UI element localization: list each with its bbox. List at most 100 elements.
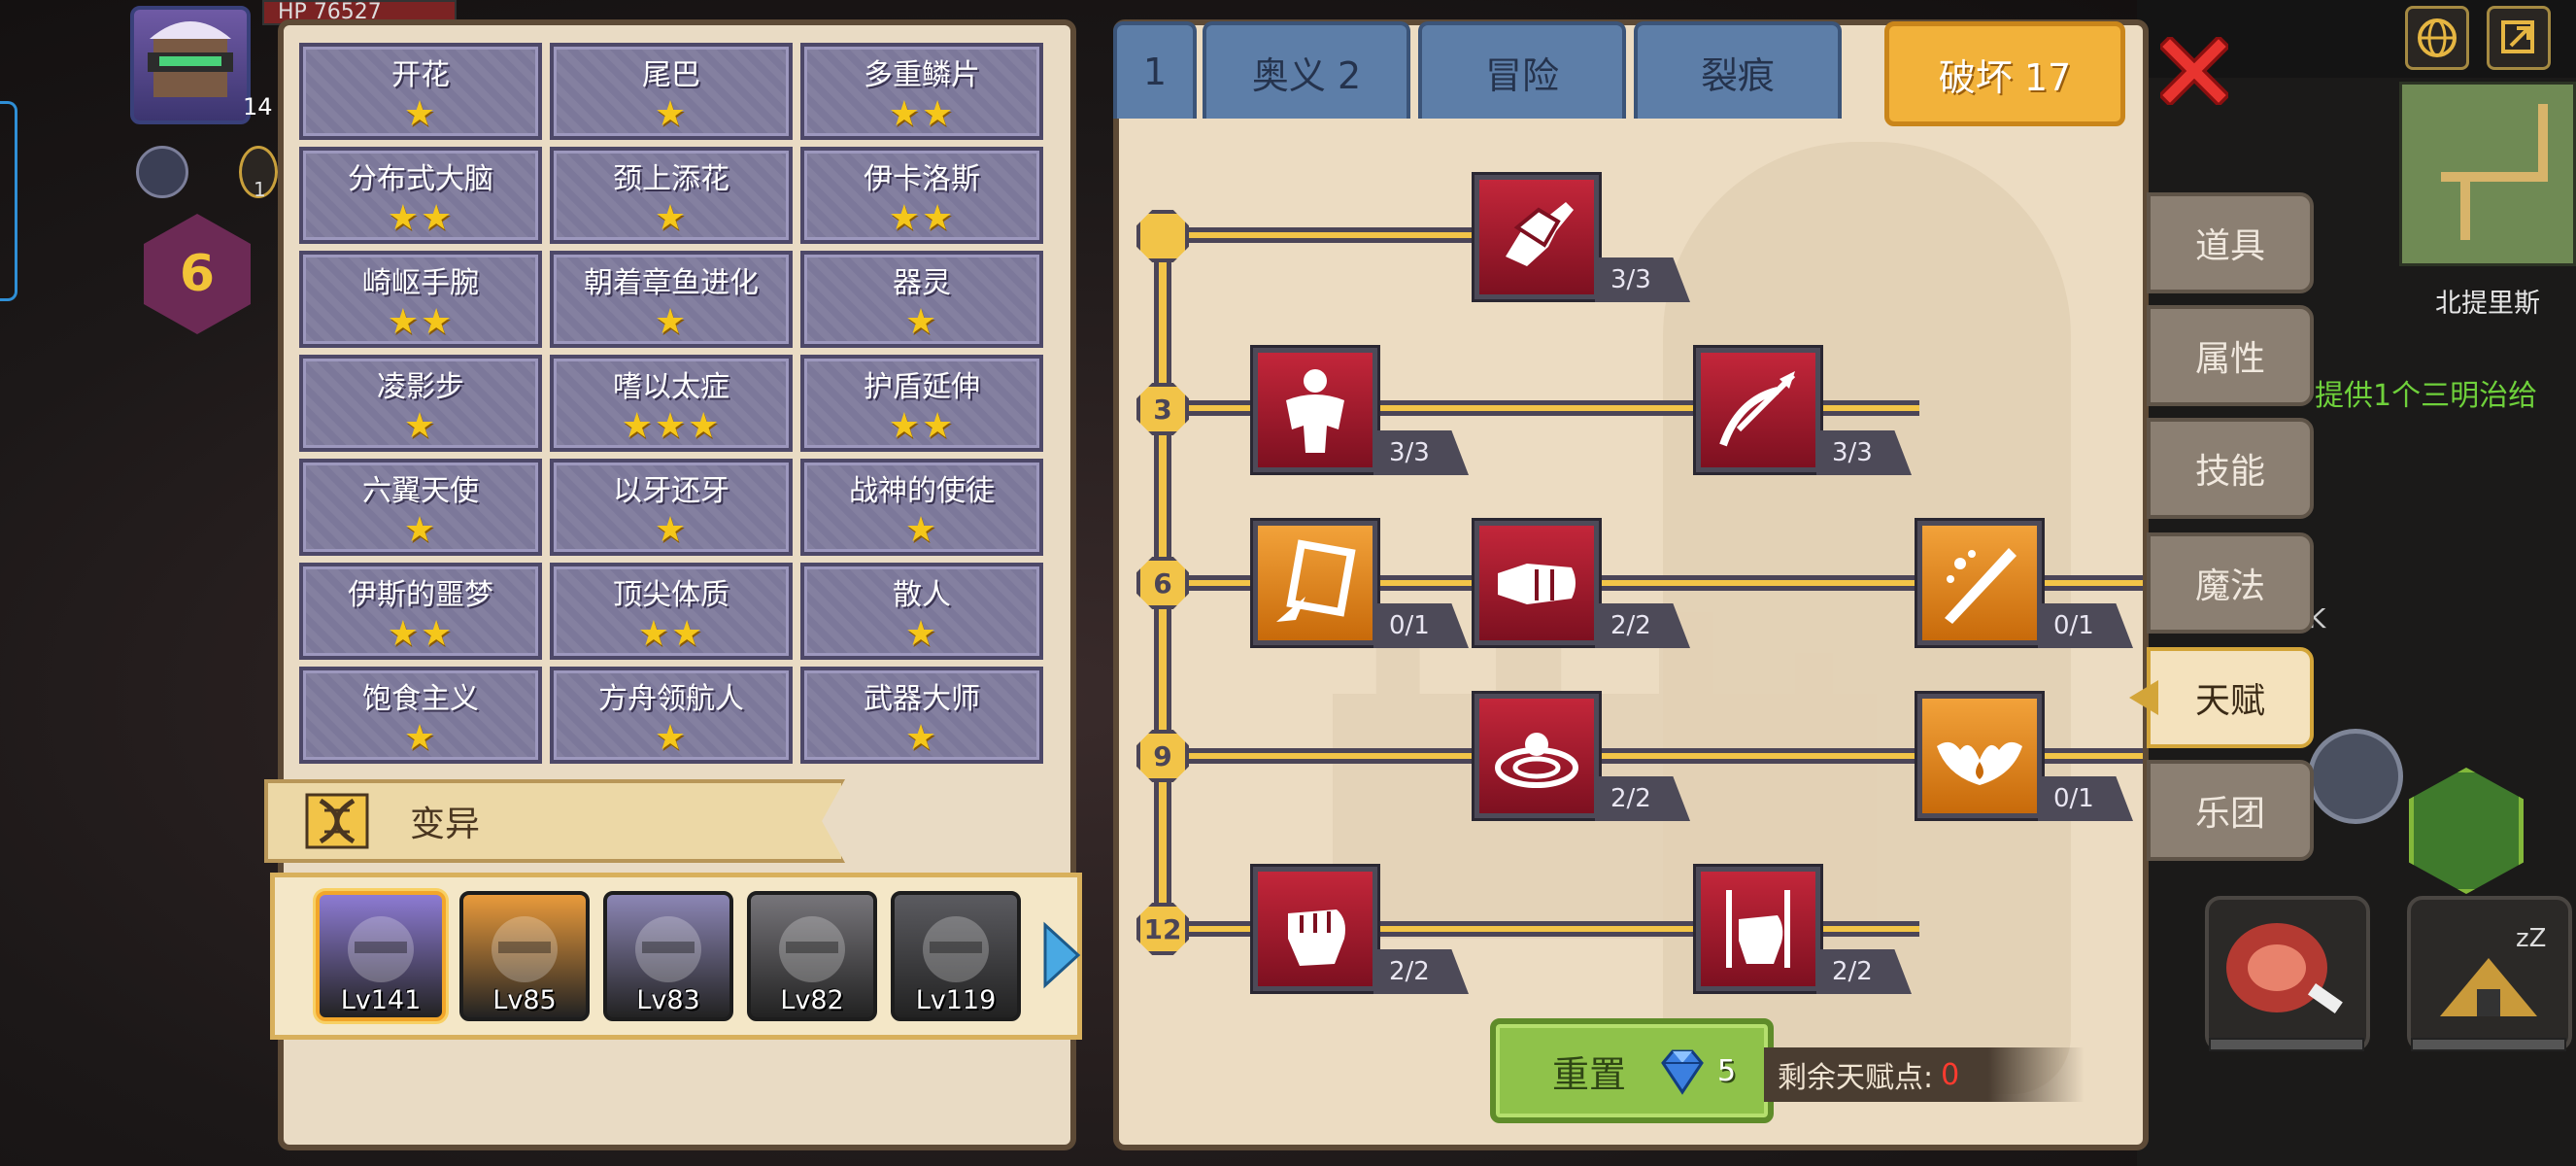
meat-icon [2226,923,2343,1013]
dna-icon [303,791,371,851]
map-location-label: 北提里斯 [2435,289,2540,319]
hero-level: Lv82 [780,985,844,1015]
mutation-card[interactable]: 六翼天使 ★ [299,459,542,556]
talent-punch[interactable] [1474,521,1599,645]
mutation-card[interactable]: 饱食主义 ★ [299,667,542,764]
mutation-name: 尾巴 [642,58,700,92]
portrait-level: 14 [243,93,273,120]
side-tab-band[interactable]: 乐团 [2147,760,2314,861]
mutation-card[interactable]: 崎岖手腕 ★★ [299,251,542,348]
side-tab-skills[interactable]: 技能 [2147,418,2314,519]
talent-blood-slash[interactable] [1917,521,2042,645]
mutation-stars: ★★ [387,302,455,342]
mutation-stars: ★ [904,510,939,550]
mutation-stars: ★★ [637,614,705,654]
mutation-name: 护盾延伸 [864,370,980,404]
mutation-card[interactable]: 嗜以太症 ★★★ [550,355,793,452]
mutation-card[interactable]: 以牙还牙 ★ [550,459,793,556]
arm-wrestle-icon [1506,202,1574,266]
mutation-header-label: 变异 [410,805,481,844]
roster-next-arrow[interactable] [1039,921,1082,989]
mutation-stars: ★ [654,718,689,758]
mutation-card[interactable]: 顶尖体质 ★★ [550,563,793,660]
reset-button[interactable]: 重置 5 [1490,1018,1774,1123]
mutation-grid: 开花 ★ 尾巴 ★ 多重鳞片 ★★ 分布式大脑 ★★ 颈上添花 ★ 伊卡洛斯 ★★ 崎岖手腕 ★★ 朝着章鱼… [299,43,1043,764]
globe-icon[interactable] [2405,6,2469,70]
mutation-stars: ★ [904,302,939,342]
food-progress-bar [2209,1038,2364,1051]
food-slot[interactable] [2205,896,2370,1051]
mutation-stars: ★ [403,406,438,446]
svg-text:zZ: zZ [2516,924,2546,953]
talent-crossbow-bolt[interactable] [1696,348,1820,472]
hero-slot[interactable]: Lv85 [459,891,590,1021]
mutation-card[interactable]: 尾巴 ★ [550,43,793,140]
side-tab-items[interactable]: 道具 [2147,192,2314,293]
talent-card-dash[interactable] [1253,521,1377,645]
mutation-name: 以牙还牙 [613,474,729,508]
close-icon[interactable] [2157,34,2231,108]
compass-icon[interactable] [2308,729,2403,824]
talent-fist[interactable] [1253,867,1377,991]
talent-bat-drop[interactable] [1917,694,2042,818]
mutation-stars: ★★ [888,198,956,238]
punch-icon [1498,564,1576,604]
mutation-card[interactable]: 多重鳞片 ★★ [800,43,1043,140]
minimap[interactable] [2399,82,2576,266]
guild-emblem-icon[interactable] [136,146,188,198]
hero-slot[interactable]: Lv83 [603,891,733,1021]
sleep-tent-icon: zZ [2440,924,2546,1016]
rest-slot[interactable]: zZ [2407,896,2572,1051]
mutation-header: 变异 [264,779,845,863]
talent-muscle-body[interactable] [1253,348,1377,472]
buff-icon[interactable]: 1 [239,146,278,201]
power-fist-icon [1726,890,1790,968]
player-avatar [148,21,233,97]
mutation-stars: ★ [403,718,438,758]
mutation-card[interactable]: 伊斯的噩梦 ★★ [299,563,542,660]
side-drawer-handle[interactable] [0,101,17,301]
reset-cost: 5 [1717,1053,1737,1088]
talent-arm-wrestle[interactable] [1474,175,1599,299]
side-tab-attributes[interactable]: 属性 [2147,305,2314,406]
side-tab-magic[interactable]: 魔法 [2147,532,2314,634]
muscle-body-icon [1286,369,1344,453]
mutation-card[interactable]: 护盾延伸 ★★ [800,355,1043,452]
mutation-name: 伊斯的噩梦 [348,578,493,612]
mutation-card[interactable]: 器灵 ★ [800,251,1043,348]
mutation-card[interactable]: 方舟领航人 ★ [550,667,793,764]
diamond-icon [1655,1044,1710,1098]
hero-slot[interactable]: Lv119 [891,891,1021,1021]
exit-icon[interactable] [2487,6,2551,70]
talent-tree: 3 6 9 12 3/3 3/3 3/3 0/1 2/2 0/1 2/2 0/1… [1113,19,2149,1150]
rest-progress-bar [2411,1038,2566,1051]
hero-level: Lv119 [915,985,997,1015]
hero-level: Lv141 [340,985,422,1015]
mutation-card[interactable]: 分布式大脑 ★★ [299,147,542,244]
mutation-card[interactable]: 凌影步 ★ [299,355,542,452]
mutation-name: 顶尖体质 [613,578,729,612]
mutation-card[interactable]: 朝着章鱼进化 ★ [550,251,793,348]
mutation-card[interactable]: 散人 ★ [800,563,1043,660]
player-portrait[interactable] [130,6,251,124]
mutation-name: 崎岖手腕 [362,266,479,300]
mutation-stars: ★ [654,302,689,342]
hero-slot[interactable]: Lv82 [747,891,877,1021]
mutation-name: 分布式大脑 [348,162,493,196]
mutation-card[interactable]: 颈上添花 ★ [550,147,793,244]
mutation-card[interactable]: 战神的使徒 ★ [800,459,1043,556]
mutation-card[interactable]: 武器大师 ★ [800,667,1043,764]
talent-ripple-orb[interactable] [1474,694,1599,818]
side-tab-talent[interactable]: 天赋 [2147,647,2314,748]
mutation-stars: ★ [654,510,689,550]
hero-level: Lv85 [492,985,557,1015]
mutation-card[interactable]: 伊卡洛斯 ★★ [800,147,1043,244]
talent-power-fist[interactable] [1696,867,1820,991]
remaining-points-value: 0 [1941,1057,1960,1092]
reset-label: 重置 [1552,1052,1627,1096]
ripple-orb-icon [1495,733,1578,788]
hero-slot[interactable]: Lv141 [316,891,446,1021]
mutation-card[interactable]: 开花 ★ [299,43,542,140]
mutation-name: 饱食主义 [362,682,479,716]
mutation-name: 器灵 [893,266,951,300]
